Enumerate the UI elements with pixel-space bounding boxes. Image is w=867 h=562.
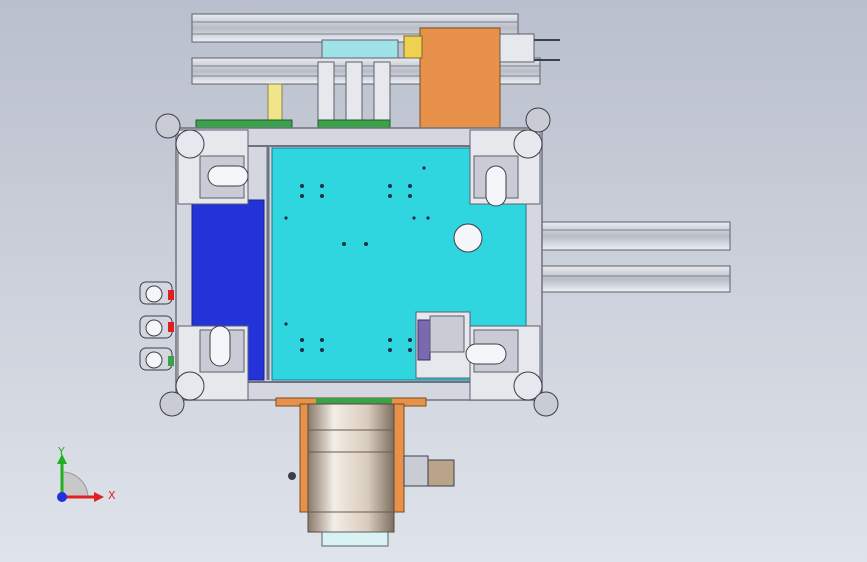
caster-bottom-right (465, 343, 507, 365)
right-rail-lower (537, 265, 731, 293)
purple-bracket (417, 319, 431, 361)
orange-motor-housing (419, 27, 501, 131)
bottom-motor (427, 459, 455, 487)
caster-top-right (485, 165, 507, 207)
cylinder-2 (345, 61, 363, 123)
y-axis-label: Y (57, 445, 65, 458)
assembly-drawing: X Y (0, 0, 867, 562)
drive-roller (307, 403, 395, 533)
corner-knob-tr (513, 129, 543, 159)
yellow-bracket (267, 83, 283, 125)
z-axis-dot (57, 492, 67, 502)
caster-top-left (207, 165, 249, 187)
x-axis-label: X (108, 489, 116, 502)
orange-motor-coupler (403, 35, 423, 59)
right-rail-upper (537, 221, 731, 251)
cylinder-3 (373, 61, 391, 123)
cad-viewport[interactable]: X Y (0, 0, 867, 562)
plate-round-cutout (453, 223, 483, 253)
top-slider-block (321, 39, 399, 59)
left-pneumatic-fittings (139, 281, 174, 371)
top-motor-end-block (499, 33, 535, 63)
cylinder-1 (317, 61, 335, 123)
corner-knob-tl (175, 129, 205, 159)
caster-bottom-left (209, 325, 231, 367)
